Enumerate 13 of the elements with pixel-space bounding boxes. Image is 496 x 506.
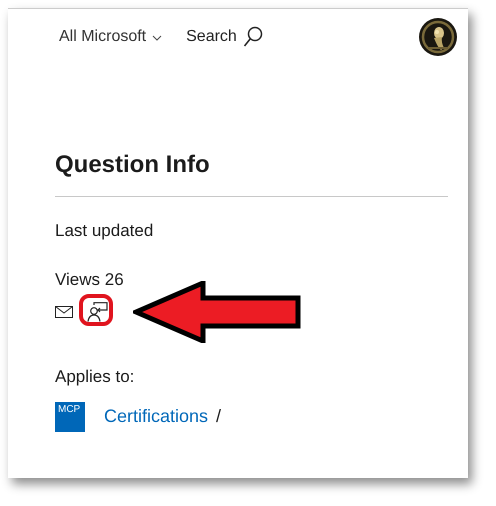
views-count: Views 26 <box>55 269 125 291</box>
scope-menu[interactable]: All Microsoft <box>59 28 146 46</box>
breadcrumb-separator: / <box>216 406 222 427</box>
section-title: Question Info <box>55 150 211 180</box>
category-link[interactable]: Certifications <box>104 406 208 427</box>
applies-to-label: Applies to: <box>55 366 136 388</box>
person-flag-icon[interactable] <box>87 302 109 322</box>
last-updated-label: Last updated <box>55 220 154 242</box>
chevron-down-icon[interactable] <box>152 35 162 41</box>
envelope-icon[interactable] <box>55 306 73 318</box>
search-icon[interactable] <box>242 26 263 48</box>
search-link[interactable]: Search <box>186 28 237 46</box>
product-logo: MCP <box>55 402 85 432</box>
